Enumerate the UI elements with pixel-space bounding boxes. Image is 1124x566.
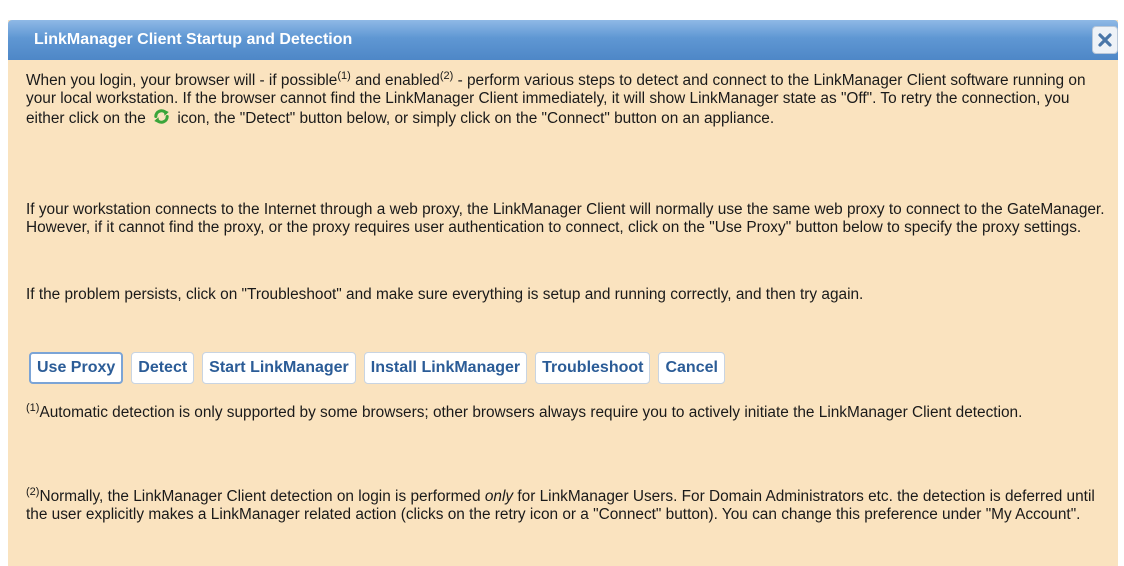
troubleshoot-paragraph: If the problem persists, click on "Troub…	[26, 286, 864, 303]
button-row: Use Proxy Detect Start LinkManager Insta…	[29, 352, 725, 384]
detect-button[interactable]: Detect	[131, 352, 195, 384]
proxy-paragraph: If your workstation connects to the Inte…	[26, 201, 1105, 236]
close-button[interactable]	[1092, 26, 1118, 54]
intro-text-2: and enabled	[350, 72, 440, 89]
footnote-1-marker: (1)	[26, 402, 40, 414]
intro-text-4: icon, the "Detect" button below, or simp…	[173, 110, 775, 127]
troubleshoot-button[interactable]: Troubleshoot	[535, 352, 651, 384]
footnote-2-text-1: Normally, the LinkManager Client detecti…	[39, 488, 485, 505]
dialog-title: LinkManager Client Startup and Detection	[34, 31, 353, 48]
start-linkmanager-button[interactable]: Start LinkManager	[202, 352, 356, 384]
footnote-2: (2)Normally, the LinkManager Client dete…	[26, 486, 1111, 523]
intro-paragraph: When you login, your browser will - if p…	[26, 70, 1111, 128]
footnote-1: (1)Automatic detection is only supported…	[26, 402, 1111, 422]
use-proxy-button[interactable]: Use Proxy	[29, 352, 124, 384]
cancel-button[interactable]: Cancel	[658, 352, 725, 384]
footnote-ref-1: (1)	[337, 70, 351, 82]
dialog-title-bar[interactable]: LinkManager Client Startup and Detection	[8, 20, 1118, 60]
close-icon	[1098, 33, 1112, 47]
refresh-icon[interactable]	[152, 107, 171, 126]
startup-detection-dialog: LinkManager Client Startup and Detection…	[8, 20, 1118, 566]
footnote-ref-2: (2)	[439, 70, 454, 82]
intro-text-1: When you login, your browser will - if p…	[26, 72, 338, 89]
footnote-2-marker: (2)	[26, 486, 40, 498]
footnote-1-text: Automatic detection is only supported by…	[39, 404, 1023, 421]
install-linkmanager-button[interactable]: Install LinkManager	[363, 352, 528, 384]
footnote-2-emphasis: only	[484, 488, 514, 505]
